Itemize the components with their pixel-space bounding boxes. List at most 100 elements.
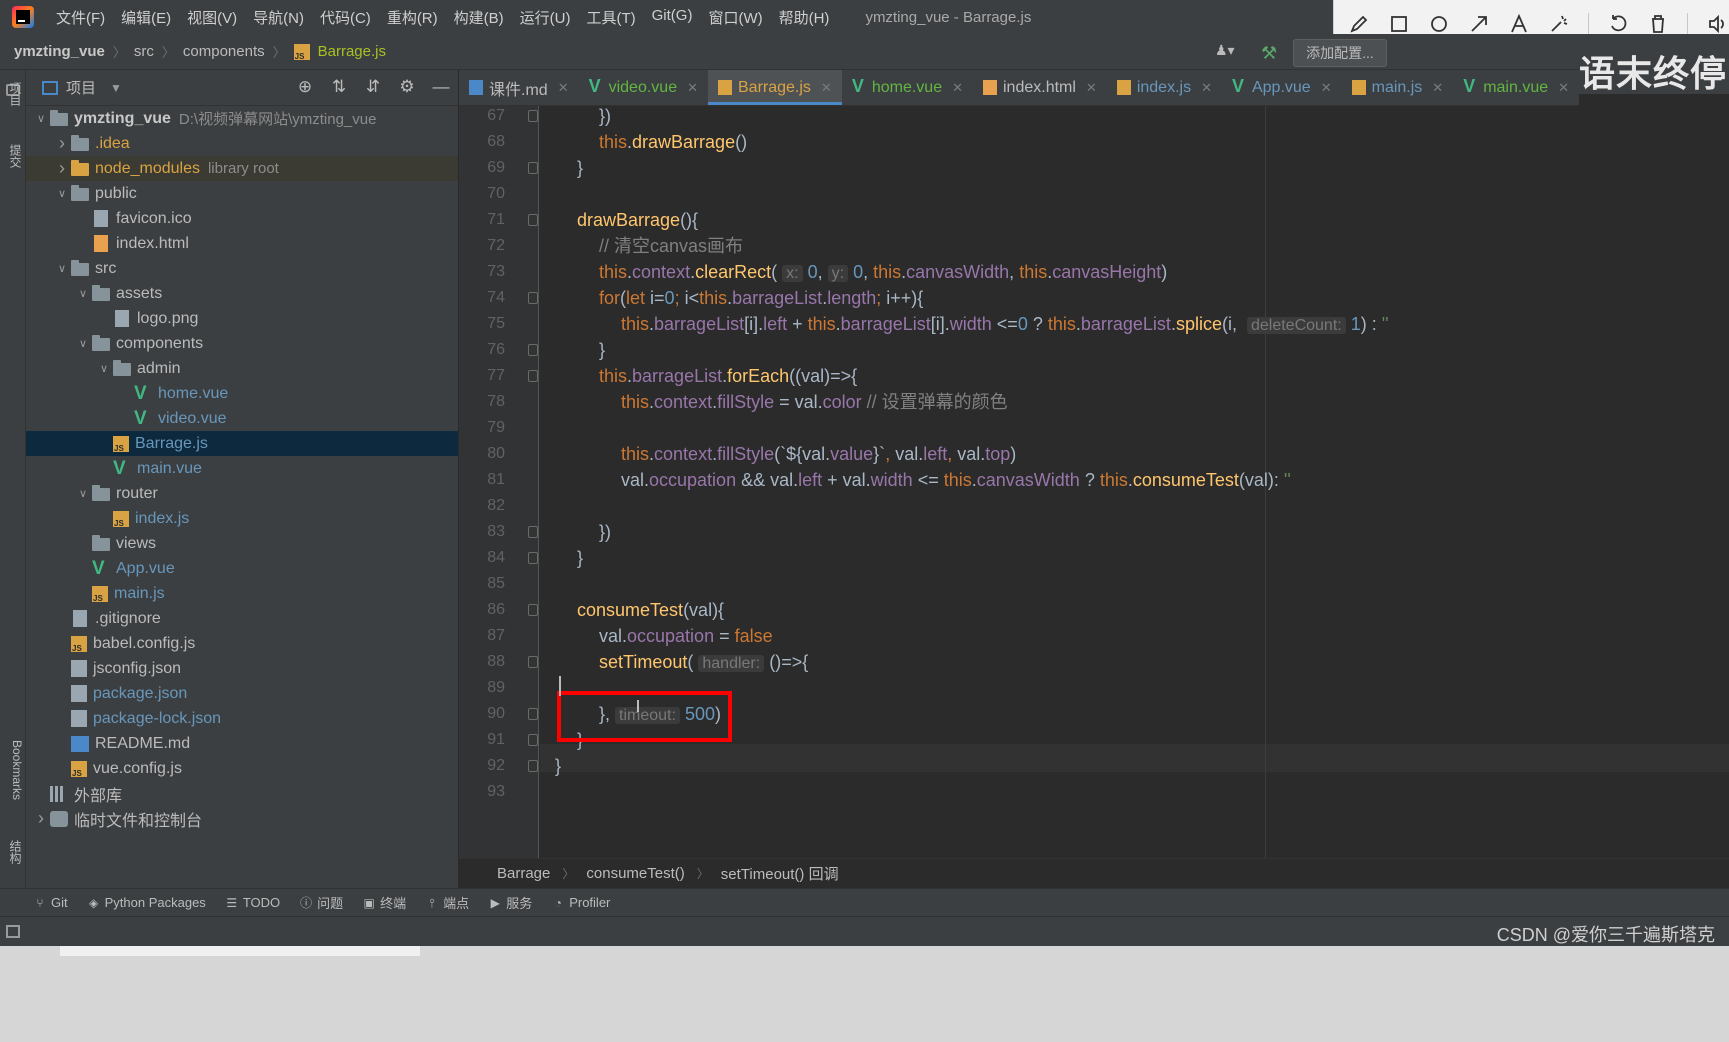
chevron-down-icon[interactable]: ∨	[53, 262, 71, 275]
tree-item[interactable]: jsconfig.json	[26, 656, 458, 681]
close-icon[interactable]: ✕	[1321, 80, 1332, 96]
tree-item[interactable]: index.js	[26, 506, 458, 531]
fold-marker-icon[interactable]	[528, 370, 538, 382]
fold-marker-icon[interactable]	[528, 110, 538, 122]
fold-marker-icon[interactable]	[528, 552, 538, 564]
chevron-down-icon[interactable]: ∨	[32, 112, 50, 125]
tool-window-button[interactable]: ▣ 终端	[363, 893, 406, 912]
breadcrumb-components[interactable]: components	[183, 43, 265, 60]
code-editor[interactable]: 67 68 69 70 71 72 73 74 75 76 77 78 79 80 81 82 83 84 85 86…	[459, 106, 1729, 946]
tool-window-button[interactable]: ◈ Python Packages	[88, 895, 206, 910]
tree-item[interactable]: ∨ src	[26, 256, 458, 281]
chevron-right-icon[interactable]: ›	[32, 808, 50, 829]
code-line[interactable]: consumeTest(val){	[577, 596, 724, 624]
tree-item[interactable]: views	[26, 531, 458, 556]
rectangle-icon[interactable]	[1388, 13, 1410, 35]
fold-marker-icon[interactable]	[528, 344, 538, 356]
pencil-icon[interactable]	[1348, 13, 1370, 35]
close-icon[interactable]: ✕	[1432, 80, 1443, 96]
chevron-down-icon[interactable]: ∨	[53, 187, 71, 200]
tool-window-button[interactable]: ⫯ 端点	[426, 893, 470, 912]
editor-tab[interactable]: App.vue ✕	[1222, 70, 1342, 105]
code-line[interactable]: }	[577, 154, 583, 182]
close-icon[interactable]: ✕	[558, 80, 569, 96]
editor-tab[interactable]: index.html ✕	[973, 70, 1107, 105]
chevron-down-icon[interactable]: ∨	[74, 487, 92, 500]
fold-marker-icon[interactable]	[528, 734, 538, 746]
code-line[interactable]: }	[599, 336, 605, 364]
fold-marker-icon[interactable]	[528, 708, 538, 720]
menu-item[interactable]: 构建(B)	[446, 7, 512, 28]
tree-item[interactable]: .gitignore	[26, 606, 458, 631]
close-icon[interactable]: ✕	[952, 80, 963, 96]
expand-all-icon[interactable]: ⇅	[328, 77, 350, 97]
bookmarks-tool-label[interactable]: Bookmarks	[2, 730, 24, 810]
build-hammer-icon[interactable]: ⚒	[1261, 43, 1277, 64]
fold-marker-icon[interactable]	[528, 214, 538, 226]
tree-item[interactable]: ∨ assets	[26, 281, 458, 306]
project-tool-label[interactable]: 项目	[2, 74, 24, 114]
tree-item[interactable]: babel.config.js	[26, 631, 458, 656]
tree-item[interactable]: video.vue	[26, 406, 458, 431]
menu-item[interactable]: 视图(V)	[179, 7, 245, 28]
user-icon[interactable]: ♟▾	[1215, 42, 1245, 64]
editor-tab[interactable]: video.vue ✕	[579, 70, 708, 105]
fold-marker-icon[interactable]	[528, 604, 538, 616]
fold-marker-icon[interactable]	[528, 292, 538, 304]
close-icon[interactable]: ✕	[687, 80, 698, 96]
tree-item[interactable]: main.vue	[26, 456, 458, 481]
editor-tab[interactable]: index.js ✕	[1107, 70, 1222, 105]
code-line[interactable]: setTimeout( handler: ()=>{	[599, 648, 808, 676]
menu-item[interactable]: 重构(R)	[379, 7, 446, 28]
text-icon[interactable]	[1508, 13, 1530, 35]
code-line[interactable]: val.occupation = false	[599, 622, 773, 650]
menu-item[interactable]: 帮助(H)	[771, 7, 838, 28]
gear-icon[interactable]: ⚙	[396, 77, 418, 97]
tree-item[interactable]: Barrage.js	[26, 431, 458, 456]
code-line[interactable]: })	[599, 106, 611, 130]
tree-item[interactable]: ∨ admin	[26, 356, 458, 381]
editor-tab[interactable]: Barrage.js ✕	[708, 70, 842, 105]
close-icon[interactable]: ✕	[821, 80, 832, 96]
code-line[interactable]: this.barrageList.forEach((val)=>{	[599, 362, 857, 390]
magic-wand-icon[interactable]	[1548, 13, 1570, 35]
close-icon[interactable]: ✕	[1558, 80, 1569, 96]
close-icon[interactable]: ✕	[1086, 80, 1097, 96]
fold-marker-icon[interactable]	[528, 760, 538, 772]
code-line[interactable]: this.context.fillStyle = val.color // 设置…	[621, 388, 1008, 416]
line-number-gutter[interactable]: 67 68 69 70 71 72 73 74 75 76 77 78 79 80 81 82 83 84 85 86…	[459, 106, 539, 946]
tree-item[interactable]: main.js	[26, 581, 458, 606]
menu-item[interactable]: Git(G)	[644, 7, 701, 28]
editor-crumb-class[interactable]: Barrage	[497, 865, 550, 882]
fold-marker-icon[interactable]	[528, 656, 538, 668]
tree-item[interactable]: package.json	[26, 681, 458, 706]
arrow-icon[interactable]	[1468, 13, 1490, 35]
tree-item[interactable]: 外部库	[26, 781, 458, 806]
menu-item[interactable]: 编辑(E)	[113, 7, 179, 28]
commit-tool-label[interactable]: 提交	[2, 136, 24, 176]
tree-item[interactable]: vue.config.js	[26, 756, 458, 781]
tool-window-button[interactable]: ⓘ 问题	[300, 893, 343, 912]
structure-tool-label[interactable]: 结构	[2, 832, 24, 872]
editor-tab[interactable]: main.js ✕	[1342, 70, 1454, 105]
breadcrumb-project[interactable]: ymzting_vue	[14, 43, 105, 60]
close-icon[interactable]: ✕	[1201, 80, 1212, 96]
chevron-right-icon[interactable]: ›	[53, 158, 71, 179]
chevron-down-icon[interactable]: ▼	[110, 81, 122, 95]
code-line[interactable]: })	[599, 518, 611, 546]
chevron-down-icon[interactable]: ∨	[74, 287, 92, 300]
tree-item[interactable]: ∨ public	[26, 181, 458, 206]
code-line[interactable]: // 清空canvas画布	[599, 232, 743, 260]
trash-icon[interactable]	[1647, 13, 1669, 35]
tree-item[interactable]: favicon.ico	[26, 206, 458, 231]
volume-icon[interactable]	[1706, 13, 1728, 35]
code-line[interactable]: drawBarrage(){	[577, 206, 698, 234]
editor-crumb-method[interactable]: consumeTest()	[586, 865, 684, 882]
chevron-down-icon[interactable]: ∨	[95, 362, 113, 375]
tree-item[interactable]: App.vue	[26, 556, 458, 581]
chevron-right-icon[interactable]: ›	[53, 133, 71, 154]
code-line[interactable]: }	[555, 752, 561, 780]
tree-item[interactable]: logo.png	[26, 306, 458, 331]
tool-windows-toggle-icon[interactable]	[6, 925, 20, 938]
tree-item[interactable]: ∨ ymzting_vue D:\视频弹幕网站\ymzting_vue	[26, 106, 458, 131]
